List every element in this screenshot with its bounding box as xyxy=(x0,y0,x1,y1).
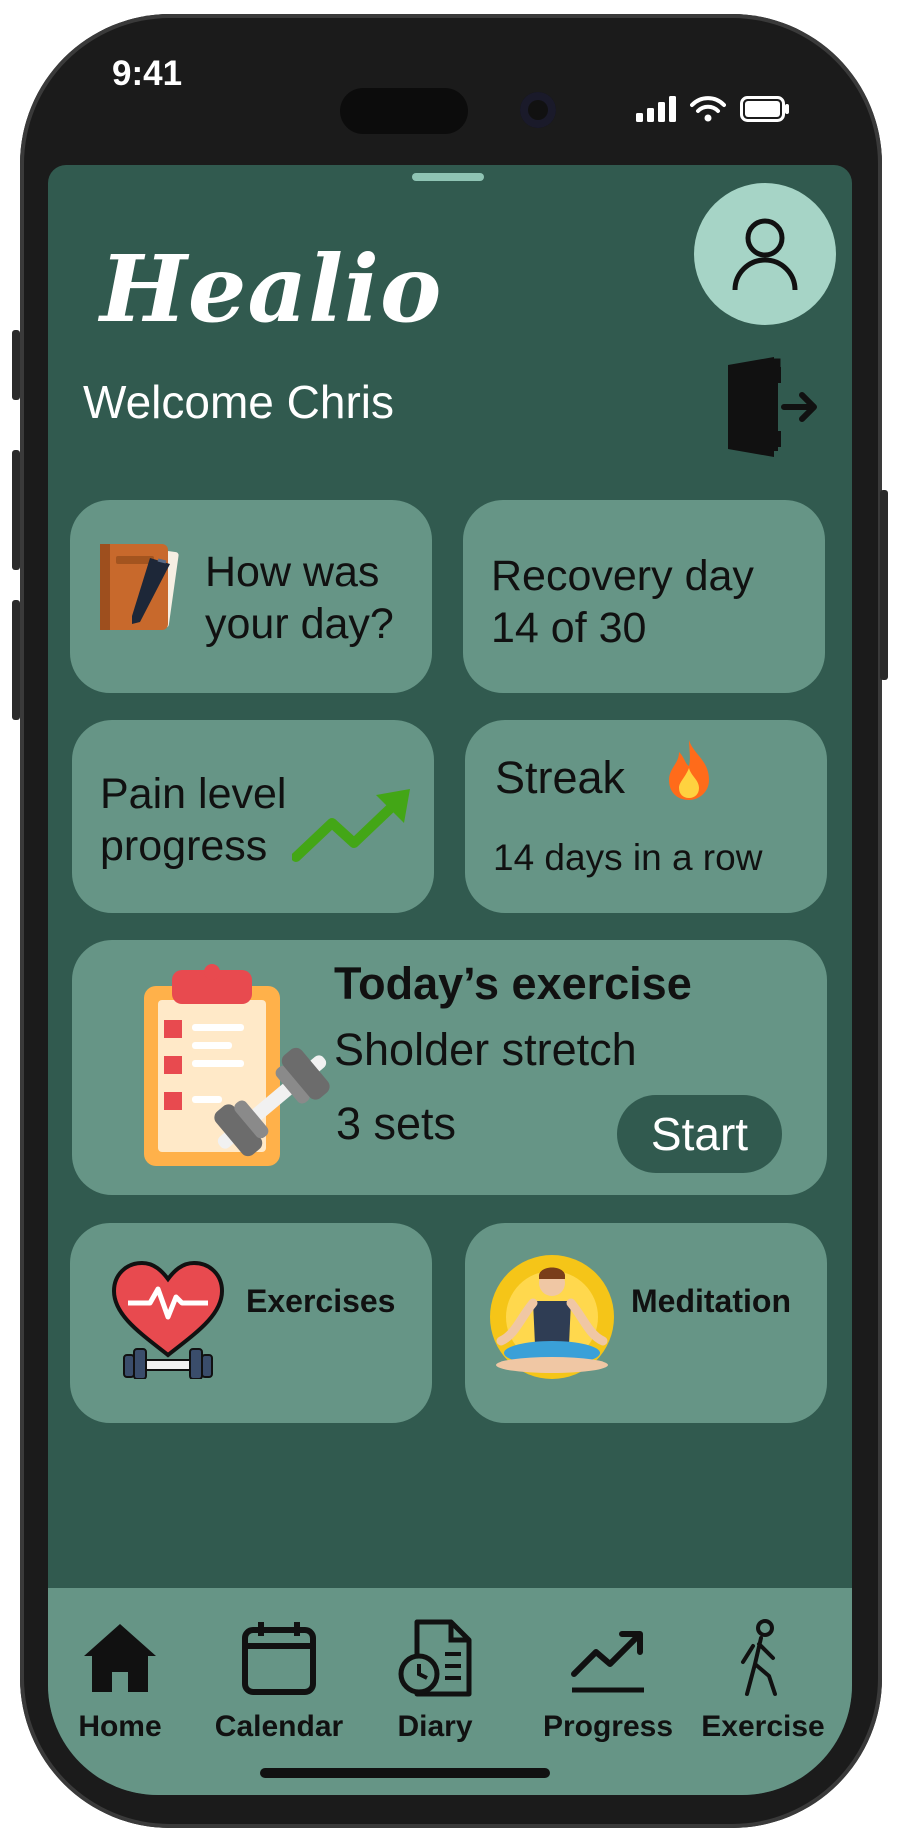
streak-card[interactable]: Streak 14 days in a row xyxy=(465,720,827,913)
recovery-card-line2: 14 of 30 xyxy=(491,604,647,652)
bottom-tab-bar: Home Calendar Diary Progress Exercise xyxy=(48,1588,852,1795)
exercises-label: Exercises xyxy=(246,1283,396,1319)
progress-icon xyxy=(571,1631,644,1693)
todays-exercise-name: Sholder stretch xyxy=(334,1024,637,1075)
tab-calendar[interactable]: Calendar xyxy=(204,1618,354,1758)
app-screen: Healio Welcome Chris How was your day? R… xyxy=(48,165,852,1795)
exercise-icon xyxy=(741,1619,777,1696)
recovery-card[interactable]: Recovery day 14 of 30 xyxy=(463,500,825,693)
tab-progress[interactable]: Progress xyxy=(523,1618,693,1758)
meditation-icon xyxy=(490,1255,614,1379)
fire-icon xyxy=(669,740,709,800)
todays-exercise-title: Today’s exercise xyxy=(334,958,692,1009)
tab-exercise[interactable]: Exercise xyxy=(678,1618,848,1758)
volume-up-button xyxy=(12,450,20,570)
app-logo: Healio xyxy=(100,235,443,343)
trend-up-arrow-icon xyxy=(292,789,410,862)
power-button xyxy=(880,490,888,680)
meditation-label: Meditation xyxy=(631,1283,791,1319)
home-icon xyxy=(84,1624,156,1692)
battery-icon xyxy=(740,96,789,122)
status-time: 9:41 xyxy=(112,54,183,93)
status-icons xyxy=(636,96,790,122)
tab-progress-label: Progress xyxy=(542,1710,674,1743)
streak-title: Streak xyxy=(495,752,626,803)
sheet-grabber[interactable] xyxy=(412,173,484,181)
todays-exercise-card[interactable]: Today’s exercise Sholder stretch 3 sets … xyxy=(72,940,827,1195)
clipboard-dumbbell-icon xyxy=(144,964,330,1166)
pain-progress-card[interactable]: Pain level progress xyxy=(72,720,434,913)
wifi-icon xyxy=(690,96,726,122)
tab-home[interactable]: Home xyxy=(48,1618,195,1758)
mute-switch xyxy=(12,330,20,400)
welcome-text: Welcome Chris xyxy=(83,376,394,428)
todays-exercise-sets: 3 sets xyxy=(336,1098,457,1149)
pain-card-line2: progress xyxy=(100,822,268,870)
meditation-card[interactable]: Meditation xyxy=(465,1223,827,1423)
tab-exercise-label: Exercise xyxy=(701,1710,825,1743)
diary-card-line2: your day? xyxy=(205,600,394,648)
tab-diary[interactable]: Diary xyxy=(360,1618,510,1758)
start-button[interactable]: Start xyxy=(617,1095,782,1173)
diary-notebook-icon xyxy=(100,544,179,630)
tab-calendar-label: Calendar xyxy=(214,1710,344,1743)
tab-home-label: Home xyxy=(78,1710,162,1743)
exercises-card[interactable]: Exercises xyxy=(70,1223,432,1423)
signal-icon xyxy=(636,96,676,122)
logout-icon[interactable] xyxy=(724,357,820,457)
dynamic-island xyxy=(340,88,468,134)
camera xyxy=(520,92,556,128)
diary-card[interactable]: How was your day? xyxy=(70,500,432,693)
profile-avatar[interactable] xyxy=(694,183,836,325)
pain-card-line1: Pain level xyxy=(100,770,287,818)
heart-dumbbell-icon xyxy=(111,1260,225,1379)
diary-icon xyxy=(398,1619,472,1697)
volume-down-button xyxy=(12,600,20,720)
streak-subtitle: 14 days in a row xyxy=(493,837,763,878)
recovery-card-line1: Recovery day xyxy=(491,552,754,600)
tab-diary-label: Diary xyxy=(397,1710,473,1743)
calendar-icon xyxy=(242,1622,316,1695)
diary-card-line1: How was xyxy=(205,548,380,596)
home-indicator[interactable] xyxy=(260,1768,550,1778)
user-icon xyxy=(732,218,798,291)
